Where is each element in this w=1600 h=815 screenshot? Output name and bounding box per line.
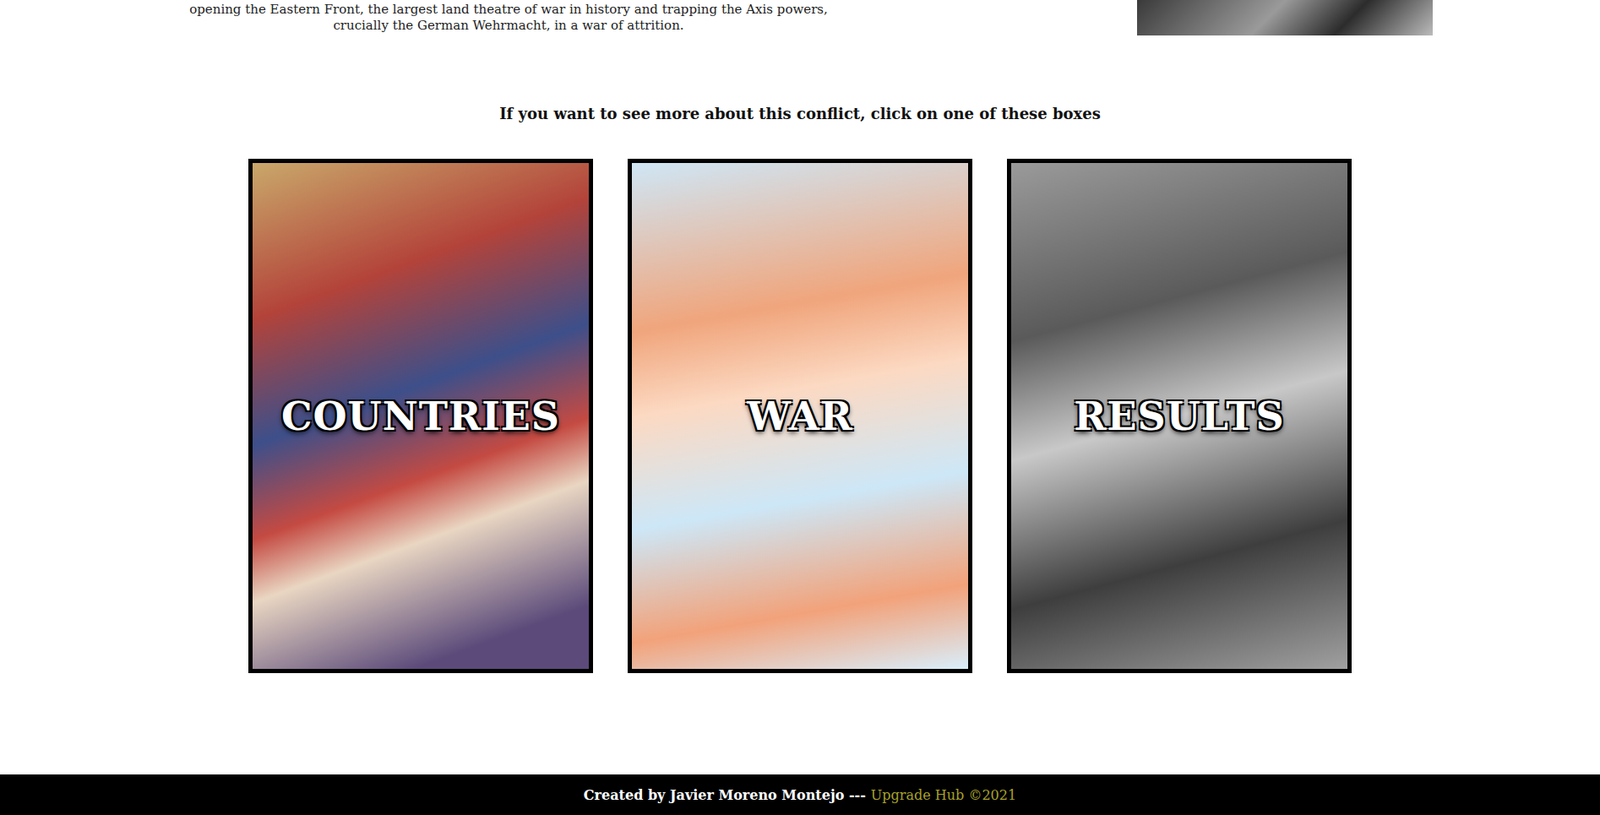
footer-credit: Created by Javier Moreno Montejo ---	[583, 787, 866, 804]
card-label: RESULTS	[1073, 393, 1285, 440]
footer-link[interactable]: Upgrade Hub ©2021	[870, 787, 1017, 804]
card-row: COUNTRIES WAR RESULTS	[0, 158, 1600, 674]
intro-section: opening the Eastern Front, the largest l…	[0, 0, 1600, 36]
topic-card[interactable]: RESULTS	[1006, 158, 1352, 674]
intro-line: crucially the German Wehrmacht, in a war…	[187, 17, 830, 34]
section-heading: If you want to see more about this confl…	[0, 103, 1600, 126]
topic-card[interactable]: WAR	[627, 158, 973, 674]
intro-text: opening the Eastern Front, the largest l…	[187, 0, 830, 34]
intro-photo	[1137, 0, 1433, 36]
card-label: COUNTRIES	[281, 393, 561, 440]
page: opening the Eastern Front, the largest l…	[0, 0, 1600, 815]
footer: Created by Javier Moreno Montejo ---Upgr…	[0, 774, 1600, 815]
intro-line: opening the Eastern Front, the largest l…	[187, 1, 830, 18]
card-label: WAR	[746, 393, 854, 440]
topic-card[interactable]: COUNTRIES	[248, 158, 594, 674]
